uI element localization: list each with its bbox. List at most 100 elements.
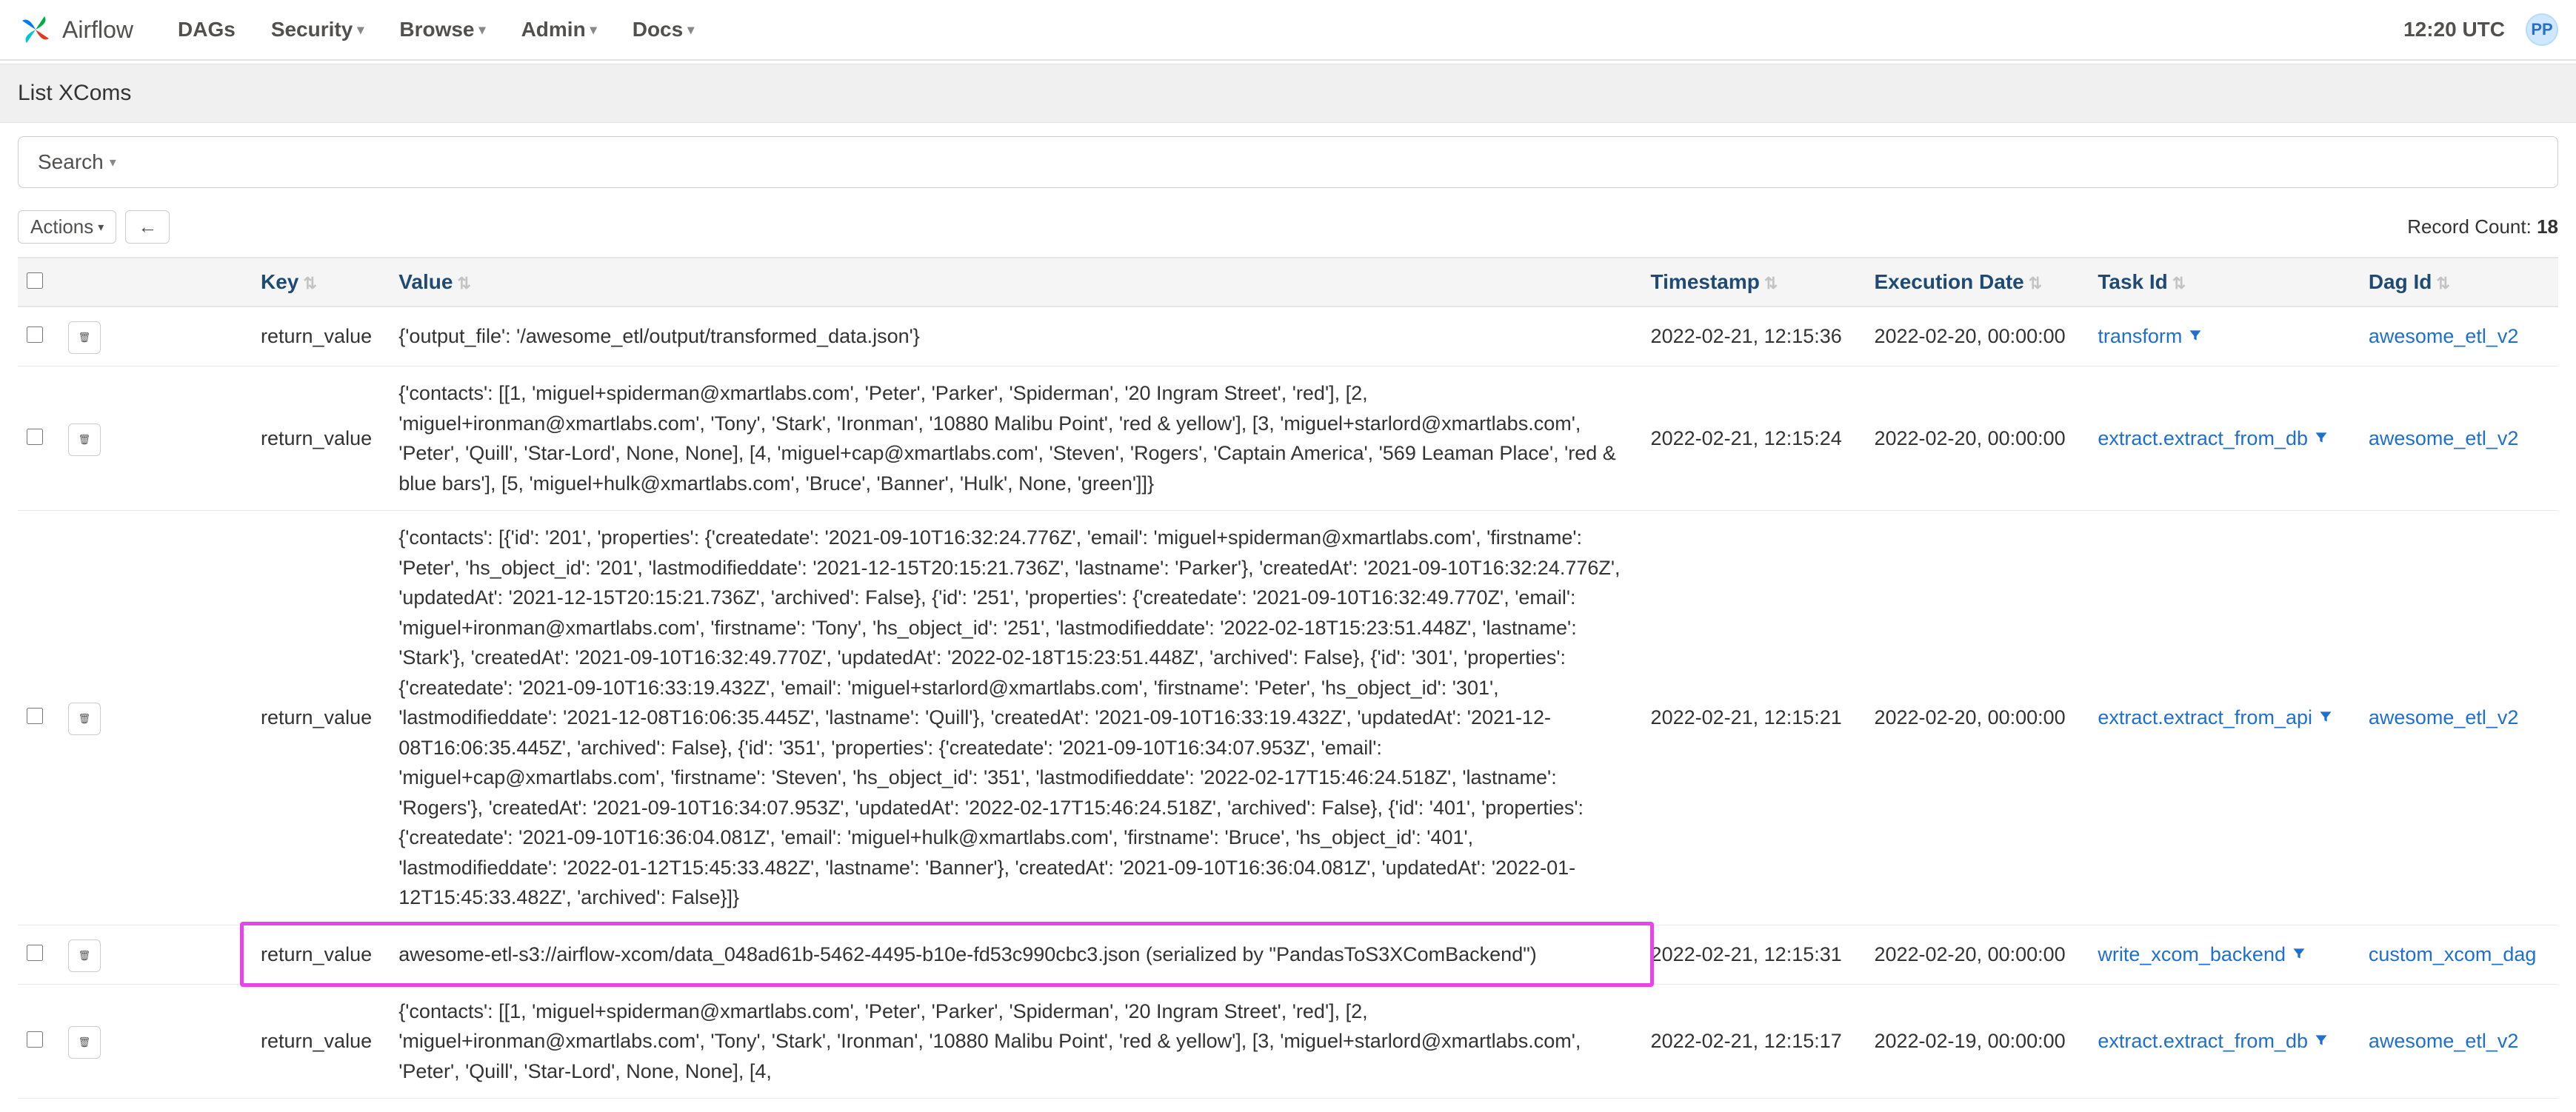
airflow-logo-icon bbox=[18, 12, 53, 47]
dag-id-link[interactable]: awesome_etl_v2 bbox=[2369, 427, 2519, 449]
trash-icon: 🗑 bbox=[79, 1036, 91, 1048]
filter-icon[interactable] bbox=[2188, 327, 2203, 347]
row-checkbox[interactable] bbox=[27, 326, 43, 343]
brand-text: Airflow bbox=[62, 16, 133, 44]
search-panel[interactable]: Search▾ bbox=[18, 136, 2558, 188]
nav-right: 12:20 UTC PP bbox=[2403, 13, 2558, 46]
nav-security[interactable]: Security▾ bbox=[271, 18, 364, 41]
caret-down-icon: ▾ bbox=[357, 22, 364, 38]
delete-button[interactable]: 🗑 bbox=[68, 321, 101, 354]
nav-items: DAGs Security▾ Browse▾ Admin▾ Docs▾ bbox=[178, 18, 694, 41]
table-row: 🗑 return_value{'contacts': [[1, 'miguel+s… bbox=[18, 366, 2558, 511]
cell-execution-date: 2022-02-20, 00:00:00 bbox=[1865, 511, 2089, 925]
xcom-table: Key⇅ Value⇅ Timestamp⇅ Execution Date⇅ T… bbox=[18, 257, 2558, 1099]
row-checkbox[interactable] bbox=[27, 429, 43, 445]
col-task-id[interactable]: Task Id⇅ bbox=[2089, 258, 2359, 307]
search-toggle[interactable]: Search▾ bbox=[38, 150, 116, 174]
sort-icon: ⇅ bbox=[303, 274, 316, 292]
cell-execution-date: 2022-02-20, 00:00:00 bbox=[1865, 366, 2089, 511]
cell-execution-date: 2022-02-20, 00:00:00 bbox=[1865, 307, 2089, 366]
page-title: List XComs bbox=[18, 81, 2558, 106]
dag-id-link[interactable]: custom_xcom_dag bbox=[2369, 943, 2537, 965]
cell-task-id: transform bbox=[2089, 307, 2359, 366]
delete-button[interactable]: 🗑 bbox=[68, 1026, 101, 1059]
delete-button[interactable]: 🗑 bbox=[68, 423, 101, 456]
table-row: 🗑return_value{'contacts': [{'id': '201',… bbox=[18, 511, 2558, 925]
cell-execution-date: 2022-02-19, 00:00:00 bbox=[1865, 984, 2089, 1099]
filter-icon[interactable] bbox=[2314, 1032, 2329, 1052]
col-dag-id[interactable]: Dag Id⇅ bbox=[2360, 258, 2558, 307]
cell-key: return_value bbox=[252, 984, 390, 1099]
actions-dropdown[interactable]: Actions▾ bbox=[18, 210, 116, 244]
cell-value: {'contacts': [[1, 'miguel+spiderman@xmar… bbox=[390, 366, 1641, 511]
filter-icon[interactable] bbox=[2314, 429, 2329, 449]
cell-execution-date: 2022-02-20, 00:00:00 bbox=[1865, 925, 2089, 984]
cell-dag-id: awesome_etl_v2 bbox=[2360, 307, 2558, 366]
cell-dag-id: awesome_etl_v2 bbox=[2360, 984, 2558, 1099]
delete-button[interactable]: 🗑 bbox=[68, 703, 101, 735]
caret-down-icon: ▾ bbox=[687, 22, 694, 38]
col-timestamp[interactable]: Timestamp⇅ bbox=[1642, 258, 1866, 307]
col-key[interactable]: Key⇅ bbox=[252, 258, 390, 307]
filter-icon[interactable] bbox=[2318, 709, 2333, 729]
cell-key: return_value bbox=[252, 307, 390, 366]
col-execution-date[interactable]: Execution Date⇅ bbox=[1865, 258, 2089, 307]
col-value[interactable]: Value⇅ bbox=[390, 258, 1641, 307]
row-checkbox[interactable] bbox=[27, 708, 43, 724]
navbar: Airflow DAGs Security▾ Browse▾ Admin▾ Do… bbox=[0, 0, 2576, 61]
row-checkbox[interactable] bbox=[27, 945, 43, 961]
cell-timestamp: 2022-02-21, 12:15:24 bbox=[1642, 366, 1866, 511]
nav-dags[interactable]: DAGs bbox=[178, 18, 236, 41]
caret-down-icon: ▾ bbox=[98, 220, 104, 235]
cell-timestamp: 2022-02-21, 12:15:21 bbox=[1642, 511, 1866, 925]
record-count: Record Count: 18 bbox=[2407, 215, 2558, 238]
back-button[interactable]: ← bbox=[125, 210, 170, 244]
task-id-link[interactable]: write_xcom_backend bbox=[2098, 943, 2286, 965]
cell-value: {'contacts': [[1, 'miguel+spiderman@xmar… bbox=[390, 984, 1641, 1099]
brand[interactable]: Airflow bbox=[18, 12, 133, 47]
cell-value: {'output_file': '/awesome_etl/output/tra… bbox=[390, 307, 1641, 366]
user-avatar[interactable]: PP bbox=[2526, 13, 2558, 46]
row-checkbox[interactable] bbox=[27, 1031, 43, 1048]
content: Search▾ Actions▾ ← Record Count: 18 Key⇅… bbox=[0, 123, 2576, 1112]
dag-id-link[interactable]: awesome_etl_v2 bbox=[2369, 325, 2519, 347]
table-row: 🗑 return_value{'contacts': [[1, 'miguel+s… bbox=[18, 984, 2558, 1099]
cell-task-id: extract.extract_from_db bbox=[2089, 366, 2359, 511]
select-all-checkbox[interactable] bbox=[27, 272, 43, 289]
dag-id-link[interactable]: awesome_etl_v2 bbox=[2369, 706, 2519, 729]
task-id-link[interactable]: extract.extract_from_api bbox=[2098, 706, 2312, 729]
cell-task-id: extract.extract_from_db bbox=[2089, 984, 2359, 1099]
cell-task-id: write_xcom_backend bbox=[2089, 925, 2359, 984]
table-row: 🗑return_valueawesome-etl-s3://airflow-xc… bbox=[18, 925, 2558, 984]
filter-icon[interactable] bbox=[2292, 945, 2306, 965]
cell-value: {'contacts': [{'id': '201', 'properties'… bbox=[390, 511, 1641, 925]
sort-icon: ⇅ bbox=[1764, 274, 1778, 292]
time-display[interactable]: 12:20 UTC bbox=[2403, 18, 2505, 41]
task-id-link[interactable]: extract.extract_from_db bbox=[2098, 1030, 2308, 1052]
cell-dag-id: custom_xcom_dag bbox=[2360, 925, 2558, 984]
nav-admin[interactable]: Admin▾ bbox=[521, 18, 597, 41]
dag-id-link[interactable]: awesome_etl_v2 bbox=[2369, 1030, 2519, 1052]
page-title-bar: List XComs bbox=[0, 64, 2576, 123]
cell-dag-id: awesome_etl_v2 bbox=[2360, 366, 2558, 511]
trash-icon: 🗑 bbox=[79, 434, 91, 446]
cell-task-id: extract.extract_from_api bbox=[2089, 511, 2359, 925]
col-select-all bbox=[18, 258, 59, 307]
caret-down-icon: ▾ bbox=[479, 22, 486, 38]
task-id-link[interactable]: transform bbox=[2098, 325, 2182, 347]
cell-key: return_value bbox=[252, 366, 390, 511]
trash-icon: 🗑 bbox=[79, 950, 91, 962]
nav-browse[interactable]: Browse▾ bbox=[399, 18, 485, 41]
caret-down-icon: ▾ bbox=[590, 22, 597, 38]
cell-timestamp: 2022-02-21, 12:15:36 bbox=[1642, 307, 1866, 366]
table-header-row: Key⇅ Value⇅ Timestamp⇅ Execution Date⇅ T… bbox=[18, 258, 2558, 307]
task-id-link[interactable]: extract.extract_from_db bbox=[2098, 427, 2308, 449]
trash-icon: 🗑 bbox=[79, 332, 91, 344]
nav-docs[interactable]: Docs▾ bbox=[633, 18, 695, 41]
arrow-left-icon: ← bbox=[138, 215, 157, 238]
col-actions bbox=[59, 258, 252, 307]
delete-button[interactable]: 🗑 bbox=[68, 939, 101, 972]
caret-down-icon: ▾ bbox=[110, 155, 116, 170]
cell-value: awesome-etl-s3://airflow-xcom/data_048ad… bbox=[390, 925, 1641, 984]
cell-timestamp: 2022-02-21, 12:15:17 bbox=[1642, 984, 1866, 1099]
